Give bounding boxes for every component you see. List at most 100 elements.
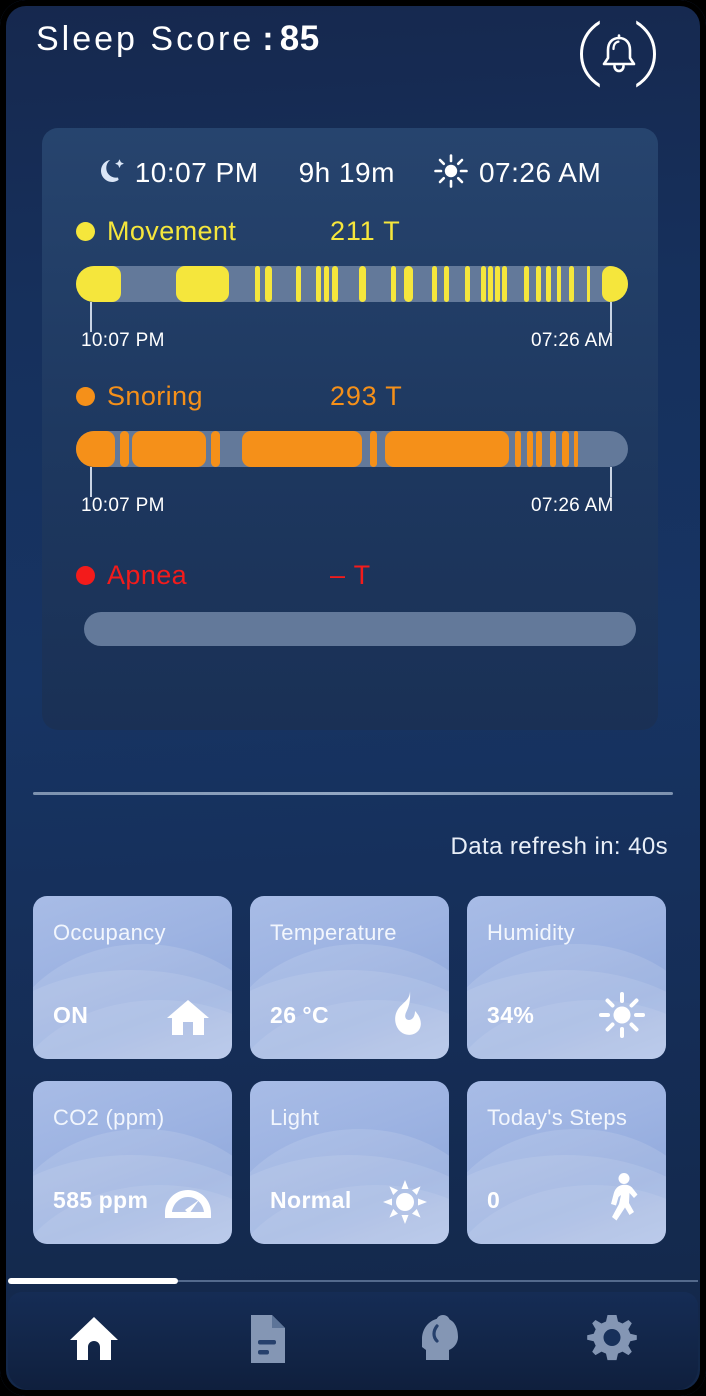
movement-axis: 10:07 PM 07:26 AM: [76, 302, 628, 351]
sensor-card-steps[interactable]: Today's Steps 0: [467, 1081, 666, 1244]
page-title: Sleep Score:85: [36, 19, 320, 59]
timeline-segment: [120, 431, 129, 467]
timeline-segment: [443, 266, 449, 302]
timeline-segment: [487, 266, 493, 302]
flame-icon: [379, 987, 431, 1039]
timeline-segment: [536, 431, 542, 467]
movement-header: Movement: [76, 216, 236, 247]
card-value-number: 585: [53, 1187, 93, 1213]
timeline-segment: [494, 266, 500, 302]
axis-tick-start: [90, 302, 92, 332]
bedtime-value: 10:07 PM: [134, 157, 259, 188]
score-colon: :: [262, 20, 276, 58]
apnea-count: – T: [330, 560, 371, 590]
card-value: 34%: [487, 1002, 534, 1029]
moon-icon: [99, 156, 125, 191]
timeline-segment: [514, 431, 522, 467]
timeline-segment: [535, 266, 541, 302]
section-divider: [33, 792, 673, 795]
timeline-segment: [574, 431, 579, 467]
movement-end-time: 07:26 AM: [531, 330, 614, 351]
gauge-icon: [162, 1172, 214, 1224]
sensor-card-humidity[interactable]: Humidity 34%: [467, 896, 666, 1059]
sensor-card-co2[interactable]: CO2 (ppm) 585 ppm: [33, 1081, 232, 1244]
apnea-label: Apnea: [107, 560, 188, 590]
snoring-end-time: 07:26 AM: [531, 495, 614, 516]
sensor-card-temperature[interactable]: Temperature 26 °C: [250, 896, 449, 1059]
card-value: 26 °C: [270, 1002, 329, 1029]
sun-icon: [433, 153, 469, 194]
snoring-axis: 10:07 PM 07:26 AM: [76, 467, 628, 516]
card-title: CO2 (ppm): [53, 1105, 165, 1130]
card-title: Today's Steps: [487, 1105, 628, 1130]
nav-item-settings[interactable]: [526, 1292, 699, 1390]
timeline-segment: [568, 266, 574, 302]
card-value-unit: °C: [302, 1002, 329, 1028]
snoring-header: Snoring: [76, 381, 203, 412]
card-title: Occupancy: [53, 920, 166, 945]
nav-item-home[interactable]: [8, 1292, 181, 1390]
timeline-segment: [557, 266, 562, 302]
report-icon: [245, 1313, 289, 1370]
timeline-segment: [331, 266, 338, 302]
sleep-summary-card: 10:07 PM 9h 19m 07:26 AM Movement 211 T …: [42, 128, 658, 730]
nav-item-head-sensor[interactable]: [353, 1292, 526, 1390]
data-refresh-status: Data refresh in: 40s: [451, 833, 668, 861]
data-refresh-value: 40s: [628, 833, 668, 860]
sensor-card-occupancy[interactable]: Occupancy ON: [33, 896, 232, 1059]
app-screen: Sleep Score:85 10:07 PM 9h 19m 07:26 AM …: [0, 0, 706, 1396]
sleep-score-value: 85: [279, 19, 320, 58]
sensor-row-2: CO2 (ppm) 585 ppm Light Normal Today's S…: [33, 1081, 673, 1244]
timeline-segment: [601, 266, 628, 302]
bell-icon: [600, 33, 638, 80]
timeline-segment: [391, 266, 397, 302]
timeline-segment: [315, 266, 321, 302]
snoring-count: 293 T: [330, 381, 403, 411]
snoring-legend-dot: [76, 387, 95, 406]
card-value-number: 26: [270, 1002, 297, 1028]
card-title: Temperature: [270, 920, 397, 945]
movement-timeline-track[interactable]: [76, 266, 628, 302]
apnea-timeline-track[interactable]: [84, 612, 636, 646]
card-value-number: Normal: [270, 1187, 352, 1213]
home-icon: [67, 1314, 121, 1369]
alarm-button[interactable]: [580, 16, 658, 92]
timeline-segment: [561, 431, 569, 467]
home-indicator-fill: [8, 1278, 178, 1284]
card-value: Normal: [270, 1187, 352, 1214]
nav-item-report[interactable]: [181, 1292, 354, 1390]
timeline-segment: [545, 266, 551, 302]
brightness-icon: [379, 1172, 431, 1224]
movement-legend-dot: [76, 222, 95, 241]
header: Sleep Score:85: [0, 0, 706, 110]
home-icon: [162, 987, 214, 1039]
axis-tick-end: [610, 467, 612, 497]
sleep-time-summary: 10:07 PM 9h 19m 07:26 AM: [42, 148, 658, 198]
head-sensor-icon: [413, 1312, 465, 1371]
apnea-legend-dot: [76, 566, 95, 585]
walking-icon: [596, 1172, 648, 1224]
timeline-segment: [264, 266, 272, 302]
timeline-segment: [76, 431, 115, 467]
sensor-grid: Occupancy ON Temperature 26 °C Humidity …: [33, 896, 673, 1266]
timeline-segment: [385, 431, 509, 467]
sun-icon: [596, 987, 648, 1039]
timeline-segment: [76, 266, 122, 302]
timeline-segment: [211, 431, 221, 467]
timeline-segment: [480, 266, 486, 302]
card-value-unit: ppm: [98, 1187, 149, 1213]
timeline-segment: [295, 266, 301, 302]
axis-tick-end: [610, 302, 612, 332]
home-indicator-rest: [178, 1280, 698, 1282]
data-refresh-label: Data refresh in:: [450, 833, 622, 860]
card-title: Light: [270, 1105, 320, 1130]
timeline-segment: [465, 266, 471, 302]
card-value-number: 0: [487, 1187, 501, 1213]
sensor-card-light[interactable]: Light Normal: [250, 1081, 449, 1244]
snoring-timeline-track[interactable]: [76, 431, 628, 467]
apnea-header: Apnea: [76, 560, 187, 591]
timeline-segment: [241, 431, 362, 467]
movement-start-time: 10:07 PM: [81, 330, 165, 351]
timeline-segment: [323, 266, 329, 302]
bottom-navigation: [8, 1292, 698, 1390]
